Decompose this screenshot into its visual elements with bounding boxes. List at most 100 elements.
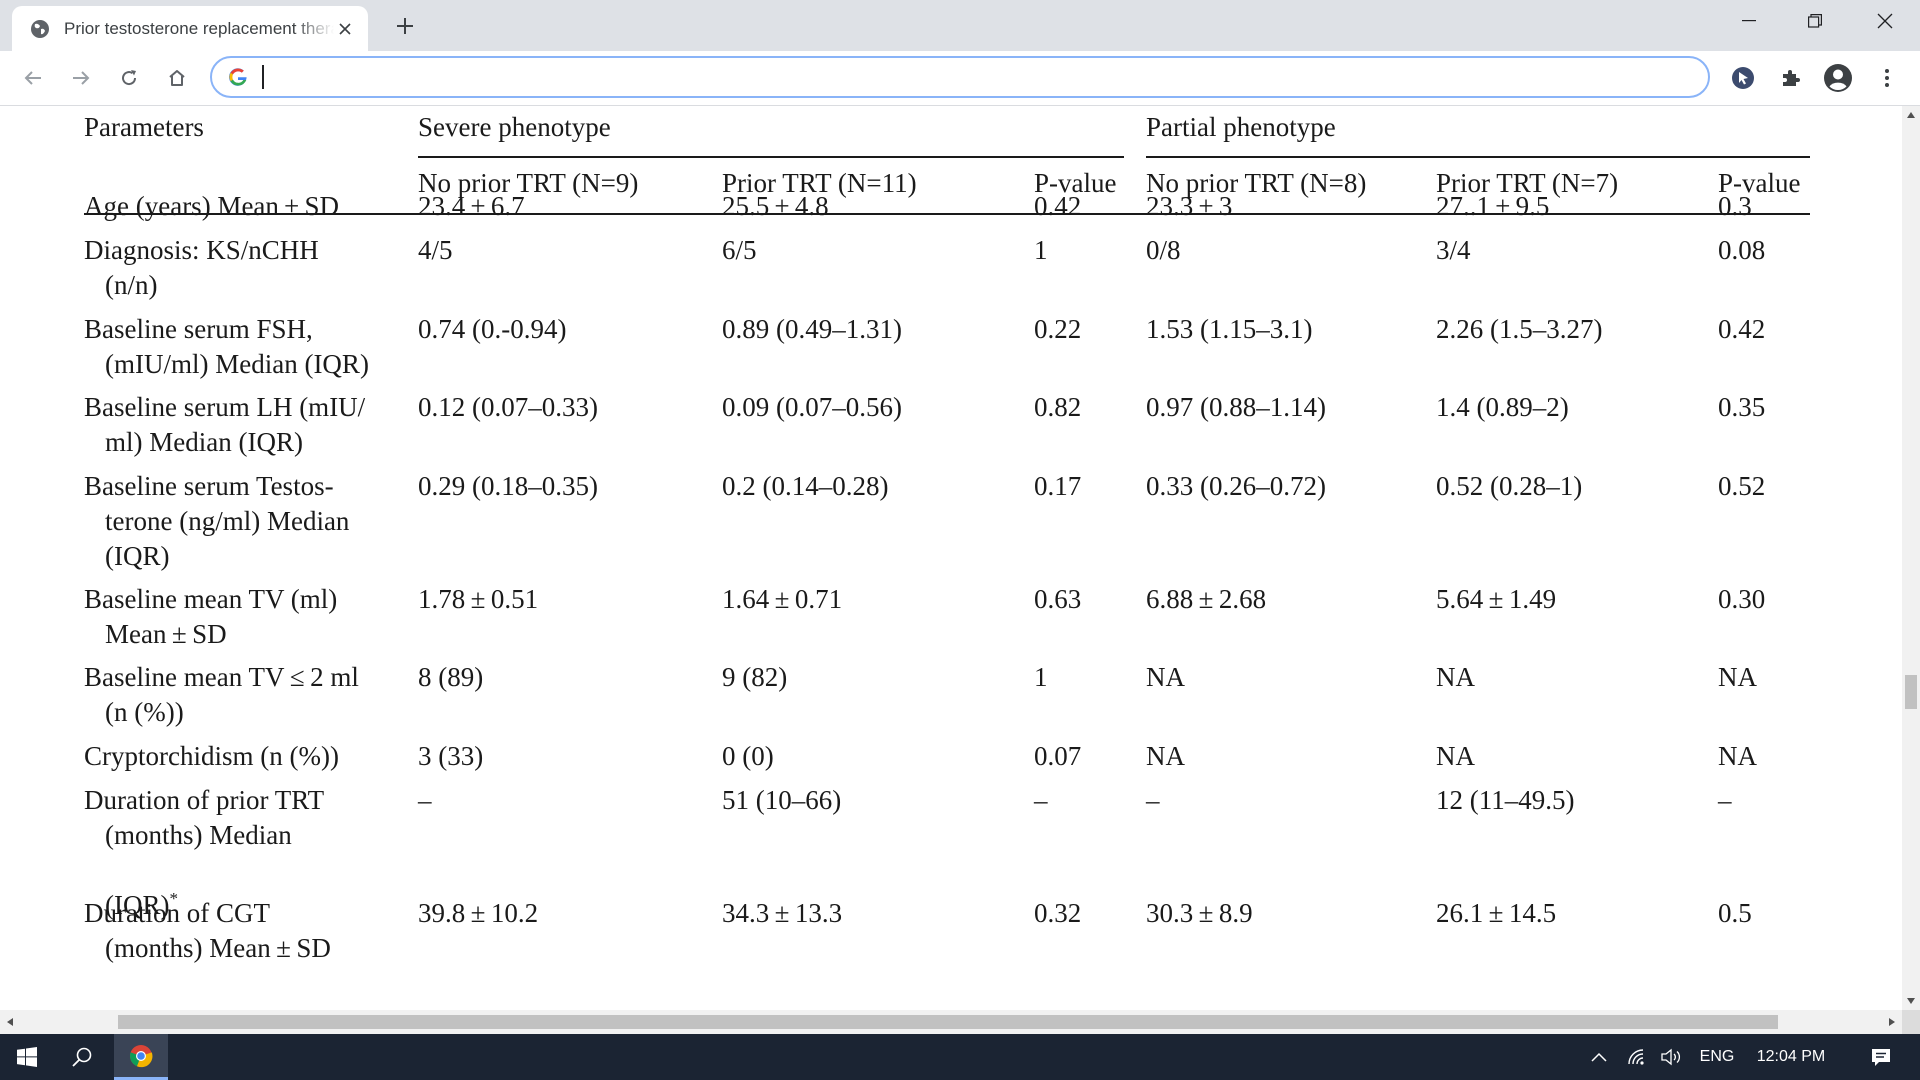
row-6-partial-pvalue: NA bbox=[1718, 662, 1757, 692]
horizontal-scroll-thumb[interactable] bbox=[118, 1015, 1778, 1029]
rule-severe-group bbox=[418, 156, 1124, 158]
google-g-icon bbox=[229, 68, 247, 86]
chevron-up-icon bbox=[1591, 1052, 1607, 1062]
row-2-parameter: Baseline serum FSH, (mIU/ml) Median (IQR) bbox=[84, 312, 369, 382]
row-6-severe-prior: 9 (82) bbox=[722, 662, 788, 692]
row-4-severe-no-prior: 0.29 (0.18–0.35) bbox=[418, 471, 598, 501]
row-3-severe-pvalue: 0.82 bbox=[1034, 392, 1082, 422]
volume-button[interactable] bbox=[1656, 1034, 1686, 1080]
row-9-parameter-line-2: (months) Mean ± SD bbox=[105, 933, 331, 963]
reload-icon bbox=[122, 70, 137, 86]
address-input[interactable] bbox=[266, 58, 1666, 96]
reload-button[interactable] bbox=[112, 61, 146, 95]
row-3-partial-prior: 1.4 (0.89–2) bbox=[1436, 392, 1569, 422]
scroll-down-arrow-icon[interactable] bbox=[1902, 992, 1920, 1010]
row-6-severe-pvalue: 1 bbox=[1034, 662, 1048, 692]
minimize-button[interactable] bbox=[1720, 0, 1778, 42]
network-button[interactable] bbox=[1622, 1034, 1652, 1080]
vertical-scrollbar[interactable] bbox=[1902, 106, 1920, 1010]
plus-icon bbox=[397, 18, 413, 34]
scroll-right-arrow-icon[interactable] bbox=[1882, 1010, 1902, 1034]
tab-active[interactable]: Prior testosterone replacement therapy bbox=[12, 6, 368, 51]
row-6-partial-no-prior: NA bbox=[1146, 662, 1185, 692]
search-icon bbox=[72, 1047, 92, 1067]
taskbar-chrome-button[interactable] bbox=[114, 1034, 168, 1080]
start-button[interactable] bbox=[0, 1034, 54, 1080]
row-4-severe-prior: 0.2 (0.14–0.28) bbox=[722, 471, 889, 501]
row-4-partial-pvalue: 0.52 bbox=[1718, 471, 1766, 501]
row-0-parameter: Age (years) Mean ± SD bbox=[84, 189, 339, 224]
row-2-parameter-line-2: (mIU/ml) Median (IQR) bbox=[105, 349, 369, 379]
row-4-partial-prior: 0.52 (0.28–1) bbox=[1436, 471, 1583, 501]
row-3-parameter: Baseline serum LH (mIU/ml) Median (IQR) bbox=[84, 390, 365, 460]
row-6-severe-no-prior: 8 (89) bbox=[418, 662, 484, 692]
forward-arrow-icon bbox=[73, 71, 90, 85]
row-5-severe-prior: 1.64 ± 0.71 bbox=[722, 584, 843, 614]
row-7-severe-pvalue: 0.07 bbox=[1034, 741, 1082, 771]
row-3-severe-prior: 0.09 (0.07–0.56) bbox=[722, 392, 902, 422]
input-language[interactable]: ENG bbox=[1694, 1034, 1740, 1080]
row-5-partial-prior: 5.64 ± 1.49 bbox=[1436, 584, 1557, 614]
row-5-partial-pvalue: 0.30 bbox=[1718, 584, 1766, 614]
row-3-partial-no-prior: 0.97 (0.88–1.14) bbox=[1146, 392, 1326, 422]
row-4-partial-no-prior: 0.33 (0.26–0.72) bbox=[1146, 471, 1326, 501]
row-1-parameter-line-2: (n/n) bbox=[105, 270, 158, 300]
row-6-parameter: Baseline mean TV ≤ 2 ml (n (%)) bbox=[84, 660, 359, 730]
forward-button[interactable] bbox=[64, 61, 98, 95]
cursor-extension-button[interactable] bbox=[1726, 61, 1760, 95]
rule-partial-group bbox=[1146, 156, 1810, 158]
scrollbar-corner bbox=[1902, 1010, 1920, 1034]
close-icon[interactable] bbox=[334, 18, 356, 40]
notification-icon bbox=[1872, 1049, 1890, 1066]
row-1-severe-prior: 6/5 bbox=[722, 235, 757, 265]
row-6-partial-prior: NA bbox=[1436, 662, 1475, 692]
row-2-parameter-line-1: Baseline serum FSH, bbox=[84, 314, 313, 344]
row-6-parameter-line-2: (n (%)) bbox=[105, 697, 184, 727]
show-hidden-icons-button[interactable] bbox=[1584, 1034, 1614, 1080]
row-4-severe-pvalue: 0.17 bbox=[1034, 471, 1082, 501]
home-button[interactable] bbox=[160, 61, 194, 95]
row-6-parameter-line-1: Baseline mean TV ≤ 2 ml bbox=[84, 662, 359, 692]
scroll-left-arrow-icon[interactable] bbox=[0, 1010, 20, 1034]
windows-start-icon bbox=[17, 1047, 37, 1067]
row-2-partial-no-prior: 1.53 (1.15–3.1) bbox=[1146, 314, 1313, 344]
row-1-parameter-line-1: Diagnosis: KS/nCHH bbox=[84, 235, 319, 265]
extensions-button[interactable] bbox=[1774, 61, 1808, 95]
vertical-scroll-thumb[interactable] bbox=[1905, 675, 1917, 709]
volume-icon bbox=[1661, 1048, 1681, 1066]
browser-menu-button[interactable] bbox=[1870, 61, 1904, 95]
window-close-button[interactable] bbox=[1856, 0, 1914, 42]
minimize-icon bbox=[1742, 20, 1756, 22]
restore-button[interactable] bbox=[1786, 0, 1844, 42]
row-3-partial-pvalue: 0.35 bbox=[1718, 392, 1766, 422]
back-arrow-icon bbox=[24, 71, 41, 85]
row-7-parameter-line-1: Cryptorchidism (n (%)) bbox=[84, 741, 339, 771]
action-center-button[interactable] bbox=[1856, 1034, 1906, 1080]
row-9-partial-pvalue: 0.5 bbox=[1718, 898, 1752, 928]
row-1-partial-pvalue: 0.08 bbox=[1718, 235, 1766, 265]
system-clock[interactable]: 12:04 PM bbox=[1748, 1034, 1834, 1080]
row-5-parameter-line-2: Mean ± SD bbox=[105, 619, 227, 649]
row-7-partial-no-prior: NA bbox=[1146, 741, 1185, 771]
row-0-severe-prior: 25.5 ± 4.8 bbox=[722, 191, 829, 221]
horizontal-scrollbar[interactable] bbox=[0, 1010, 1902, 1034]
scroll-up-arrow-icon[interactable] bbox=[1902, 106, 1920, 124]
kebab-menu-icon bbox=[1885, 69, 1889, 87]
row-3-severe-no-prior: 0.12 (0.07–0.33) bbox=[418, 392, 598, 422]
wifi-icon bbox=[1628, 1049, 1644, 1065]
row-9-severe-no-prior: 39.8 ± 10.2 bbox=[418, 898, 539, 928]
row-3-parameter-line-1: Baseline serum LH (mIU/ bbox=[84, 392, 366, 422]
data-table: Parameters Severe phenotype Partial phen… bbox=[0, 106, 1902, 1010]
taskbar-search-button[interactable] bbox=[58, 1034, 106, 1080]
new-tab-button[interactable] bbox=[392, 13, 418, 39]
row-2-partial-pvalue: 0.42 bbox=[1718, 314, 1766, 344]
profile-button[interactable] bbox=[1821, 61, 1855, 95]
chrome-icon bbox=[130, 1044, 153, 1067]
back-button[interactable] bbox=[16, 61, 50, 95]
windows-taskbar: ENG 12:04 PM bbox=[0, 1034, 1920, 1080]
row-5-severe-pvalue: 0.63 bbox=[1034, 584, 1082, 614]
row-9-severe-prior: 34.3 ± 13.3 bbox=[722, 898, 843, 928]
row-4-parameter: Baseline serum Testos-terone (ng/ml) Med… bbox=[84, 469, 349, 574]
row-9-parameter: Duration of CGT (months) Mean ± SD bbox=[84, 896, 331, 966]
omnibox[interactable] bbox=[210, 56, 1710, 98]
